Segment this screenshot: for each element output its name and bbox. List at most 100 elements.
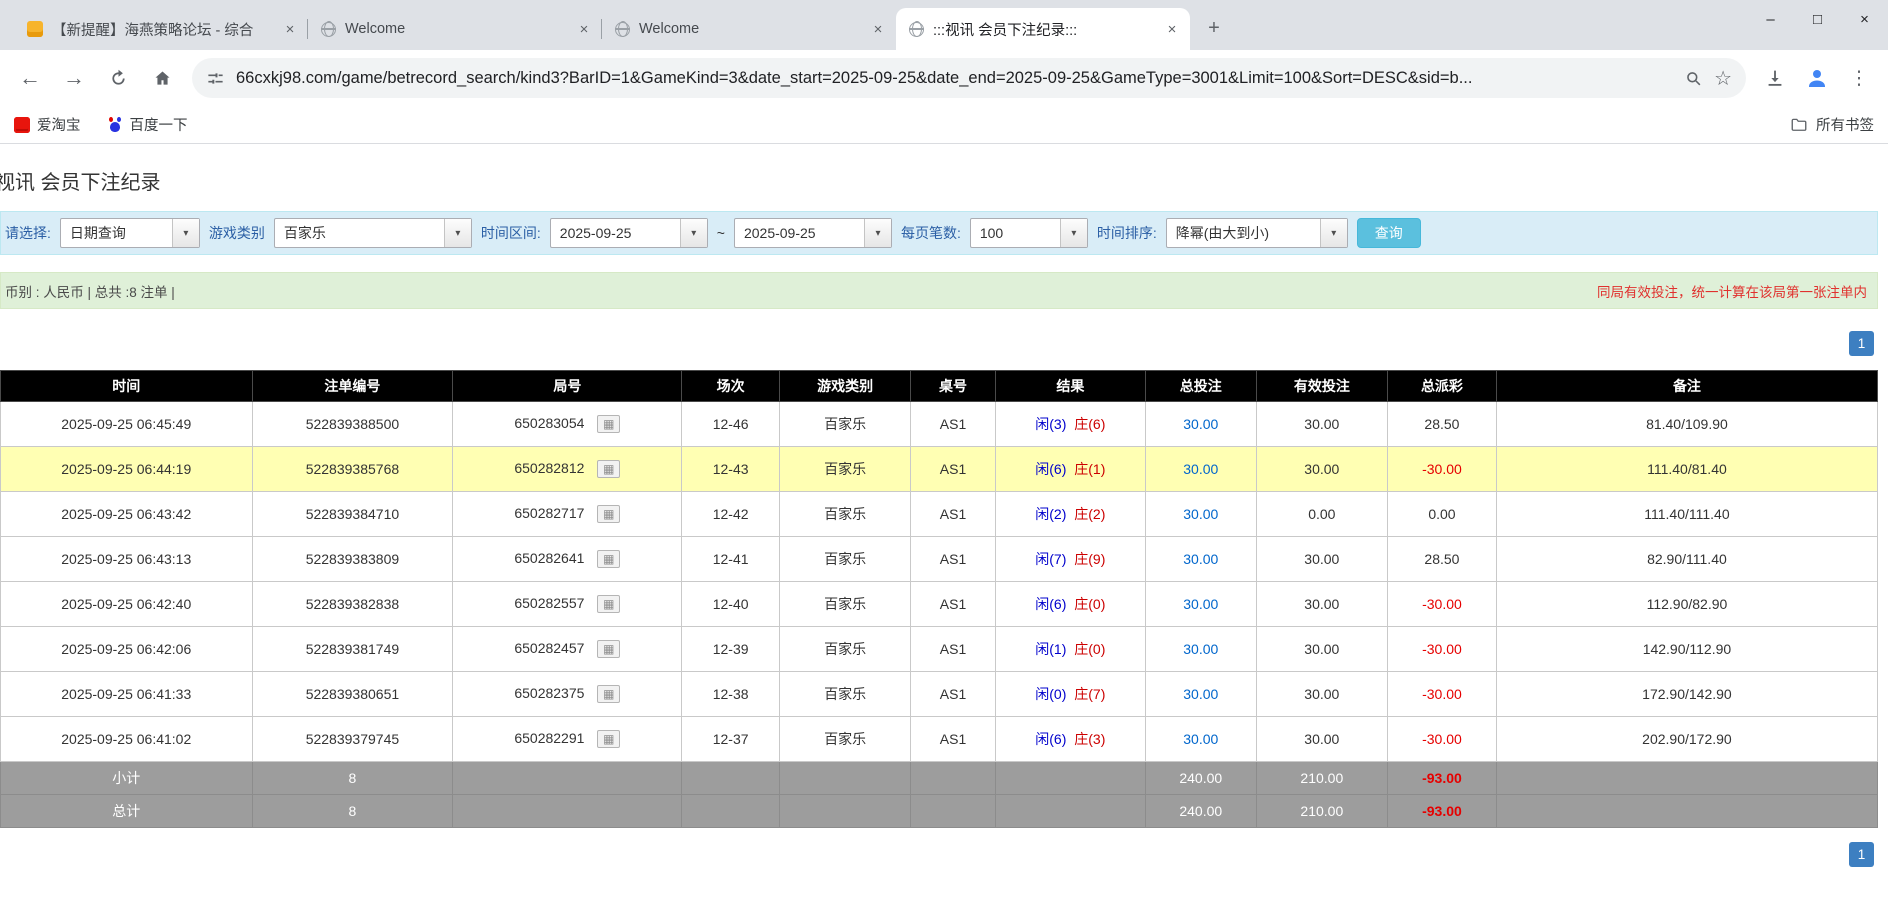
home-button[interactable] (142, 58, 182, 98)
cell-round: 650283054 ▦ (453, 402, 682, 447)
close-button[interactable]: × (1841, 0, 1888, 38)
forward-button[interactable]: → (54, 58, 94, 98)
summary-currency-count: 币别 : 人民币 | 总共 :8 注单 | (5, 281, 175, 301)
back-button[interactable]: ← (10, 58, 50, 98)
bookmark-aitaobao[interactable]: 爱淘宝 (14, 114, 81, 135)
cell-total-bet-link[interactable]: 30.00 (1145, 537, 1256, 582)
round-result-icon[interactable]: ▦ (597, 685, 620, 703)
cell-total-bet-link[interactable]: 30.00 (1145, 492, 1256, 537)
chevron-down-icon[interactable]: ▾ (444, 219, 471, 247)
cell-table-no: AS1 (911, 537, 995, 582)
header-session: 场次 (682, 371, 780, 402)
cell-total-bet-link[interactable]: 30.00 (1145, 717, 1256, 762)
cell-game-type: 百家乐 (779, 627, 910, 672)
downloads-icon[interactable] (1756, 59, 1794, 97)
cell-note: 111.40/111.40 (1496, 492, 1877, 537)
cell-time: 2025-09-25 06:45:49 (1, 402, 253, 447)
cell-table-no: AS1 (911, 672, 995, 717)
tab-close-icon[interactable]: × (868, 19, 888, 39)
cell-note: 111.40/81.40 (1496, 447, 1877, 492)
site-settings-icon[interactable] (206, 69, 225, 88)
tab-title: Welcome (639, 21, 859, 37)
bookmark-star-icon[interactable]: ☆ (1714, 66, 1732, 91)
taobao-icon (14, 117, 30, 133)
browser-tab-welcome-1[interactable]: Welcome × (308, 8, 602, 50)
subtotal-count: 8 (252, 762, 453, 795)
cell-game-type: 百家乐 (779, 582, 910, 627)
minimize-button[interactable]: – (1747, 0, 1794, 38)
all-bookmarks-button[interactable]: 所有书签 (1790, 114, 1874, 135)
cell-result: 闲(6) 庄(3) (995, 717, 1145, 762)
result-player: 闲(1) (1035, 641, 1066, 657)
subtotal-total-bet: 240.00 (1145, 762, 1256, 795)
cell-total-bet-link[interactable]: 30.00 (1145, 627, 1256, 672)
date-start-select[interactable]: 2025-09-25 ▾ (550, 218, 708, 248)
cell-total-bet-link[interactable]: 30.00 (1145, 402, 1256, 447)
page-1-button[interactable]: 1 (1849, 331, 1874, 356)
total-payout: -93.00 (1388, 795, 1497, 828)
cell-total-bet-link[interactable]: 30.00 (1145, 582, 1256, 627)
profile-icon[interactable] (1798, 59, 1836, 97)
tab-strip: 【新提醒】海燕策略论坛 - 综合 × Welcome × Welcome × :… (0, 0, 1888, 50)
empty-cell (453, 762, 682, 795)
sort-select[interactable]: 降幂(由大到小) ▾ (1166, 218, 1348, 248)
browser-tab-bet-record[interactable]: :::视讯 会员下注纪录::: × (896, 8, 1190, 50)
page-1-button[interactable]: 1 (1849, 842, 1874, 867)
result-player: 闲(6) (1035, 461, 1066, 477)
date-end-select[interactable]: 2025-09-25 ▾ (734, 218, 892, 248)
cell-time: 2025-09-25 06:44:19 (1, 447, 253, 492)
zoom-icon[interactable] (1684, 69, 1703, 88)
total-row: 总计 8 240.00 210.00 -93.00 (1, 795, 1878, 828)
cell-total-bet-link[interactable]: 30.00 (1145, 447, 1256, 492)
browser-tab-forum[interactable]: 【新提醒】海燕策略论坛 - 综合 × (14, 8, 308, 50)
tab-close-icon[interactable]: × (574, 19, 594, 39)
chevron-down-icon[interactable]: ▾ (1060, 219, 1087, 247)
empty-cell (1496, 762, 1877, 795)
chevron-down-icon[interactable]: ▾ (680, 219, 707, 247)
round-result-icon[interactable]: ▦ (597, 415, 620, 433)
per-page-value: 100 (971, 219, 1060, 247)
maximize-button[interactable]: □ (1794, 0, 1841, 38)
new-tab-button[interactable]: + (1199, 13, 1229, 43)
cell-time: 2025-09-25 06:41:33 (1, 672, 253, 717)
round-result-icon[interactable]: ▦ (597, 460, 620, 478)
table-row: 2025-09-25 06:43:42 522839384710 6502827… (1, 492, 1878, 537)
game-type-select[interactable]: 百家乐 ▾ (274, 218, 472, 248)
cell-total-bet-link[interactable]: 30.00 (1145, 672, 1256, 717)
chevron-down-icon[interactable]: ▾ (1320, 219, 1347, 247)
search-button[interactable]: 查询 (1357, 218, 1421, 248)
query-type-select[interactable]: 日期查询 ▾ (60, 218, 200, 248)
header-bet-id: 注单编号 (252, 371, 453, 402)
per-page-select[interactable]: 100 ▾ (970, 218, 1088, 248)
round-result-icon[interactable]: ▦ (597, 595, 620, 613)
all-bookmarks-label: 所有书签 (1816, 114, 1874, 135)
reload-button[interactable] (98, 58, 138, 98)
tab-close-icon[interactable]: × (280, 19, 300, 39)
date-end-value: 2025-09-25 (735, 219, 864, 247)
globe-favicon-icon (321, 22, 336, 37)
result-player: 闲(0) (1035, 686, 1066, 702)
tab-title: Welcome (345, 21, 565, 37)
result-banker: 庄(9) (1074, 551, 1105, 567)
cell-table-no: AS1 (911, 402, 995, 447)
address-bar[interactable]: 66cxkj98.com/game/betrecord_search/kind3… (192, 58, 1746, 98)
round-result-icon[interactable]: ▦ (597, 550, 620, 568)
round-result-icon[interactable]: ▦ (597, 730, 620, 748)
header-time: 时间 (1, 371, 253, 402)
chevron-down-icon[interactable]: ▾ (864, 219, 891, 247)
round-result-icon[interactable]: ▦ (597, 505, 620, 523)
total-total-bet: 240.00 (1145, 795, 1256, 828)
cell-note: 142.90/112.90 (1496, 627, 1877, 672)
table-header-row: 时间 注单编号 局号 场次 游戏类别 桌号 结果 总投注 有效投注 总派彩 备注 (1, 371, 1878, 402)
result-banker: 庄(0) (1074, 596, 1105, 612)
browser-tab-welcome-2[interactable]: Welcome × (602, 8, 896, 50)
tab-close-icon[interactable]: × (1162, 19, 1182, 39)
bookmark-baidu[interactable]: 百度一下 (107, 114, 188, 135)
table-row: 2025-09-25 06:42:40 522839382838 6502825… (1, 582, 1878, 627)
menu-icon[interactable]: ⋮ (1840, 59, 1878, 97)
chevron-down-icon[interactable]: ▾ (172, 219, 199, 247)
cell-round: 650282291 ▦ (453, 717, 682, 762)
cell-session: 12-40 (682, 582, 780, 627)
round-id: 650282641 (514, 550, 584, 566)
round-result-icon[interactable]: ▦ (597, 640, 620, 658)
